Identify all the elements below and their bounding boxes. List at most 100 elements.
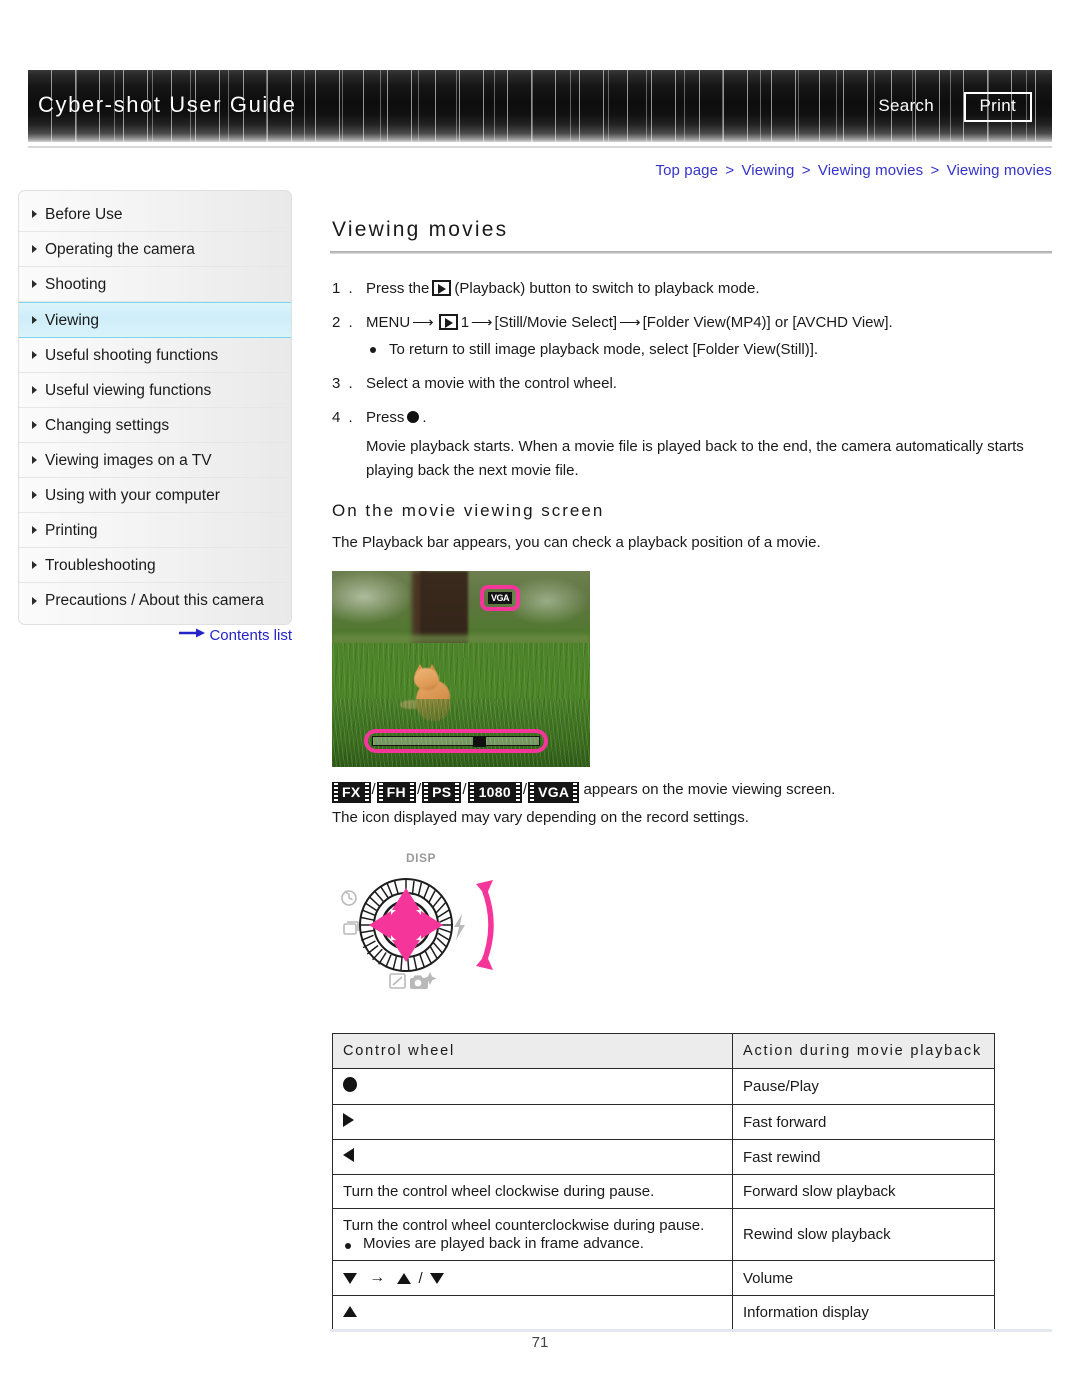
sidebar-item-useful-shooting-functions[interactable]: Useful shooting functions xyxy=(19,338,291,373)
control-glyph-cell xyxy=(332,1068,733,1105)
sidebar-item-changing-settings[interactable]: Changing settings xyxy=(19,408,291,443)
breadcrumb-separator: > xyxy=(725,162,735,179)
bullet-dot-icon xyxy=(370,347,376,353)
page-title-banner: Cyber-shot User Guide xyxy=(38,92,297,117)
table-header-row: Control wheel Action during movie playba… xyxy=(332,1033,995,1069)
sidebar-item-label: Precautions / About this camera xyxy=(45,592,264,609)
triangle-down-icon xyxy=(343,1272,357,1284)
triangle-left-icon xyxy=(343,1148,354,1162)
table-row: Fast rewind xyxy=(332,1139,995,1175)
subsection-heading: On the movie viewing screen xyxy=(332,501,605,520)
codec-line-text: appears on the movie viewing screen. xyxy=(583,781,836,798)
triangle-right-icon xyxy=(32,526,37,534)
sidebar-item-label: Useful viewing functions xyxy=(45,382,212,399)
sidebar-item-precautions-about-this-camera[interactable]: Precautions / About this camera xyxy=(19,583,291,618)
step-text: Press the xyxy=(366,280,430,297)
arrow-right-glyph: ⟶ xyxy=(412,314,434,331)
page-number: 71 xyxy=(531,1334,549,1351)
control-text-cell: Turn the control wheel counterclockwise … xyxy=(332,1208,733,1261)
step-number: 1 . xyxy=(332,280,355,297)
arrow-right-glyph: → xyxy=(369,1269,386,1287)
search-link[interactable]: Search xyxy=(878,96,934,116)
control-glyph-cell xyxy=(332,1139,733,1175)
header-divider xyxy=(28,146,1052,148)
breadcrumb-item-viewing-movies[interactable]: Viewing movies xyxy=(818,162,923,179)
control-glyph-cell: → / xyxy=(332,1259,733,1297)
triangle-right-icon xyxy=(32,386,37,394)
step-4-description: Movie playback starts. When a movie file… xyxy=(366,438,1024,479)
breadcrumb-separator: > xyxy=(930,162,940,179)
step-3: 3 . Select a movie with the control whee… xyxy=(330,371,1052,396)
svg-text:DISP: DISP xyxy=(406,851,436,865)
action-cell: Pause/Play xyxy=(732,1068,995,1105)
breadcrumb-separator: > xyxy=(801,162,811,179)
control-glyph-cell xyxy=(332,1104,733,1140)
title-divider xyxy=(330,251,1052,254)
contents-list-row: Contents list xyxy=(18,626,292,644)
sidebar-item-viewing[interactable]: Viewing xyxy=(19,302,291,338)
step-text: Select a movie with the control wheel. xyxy=(366,375,617,392)
action-cell: Fast forward xyxy=(732,1104,995,1140)
sidebar-item-using-with-your-computer[interactable]: Using with your computer xyxy=(19,478,291,513)
triangle-right-icon xyxy=(32,491,37,499)
step-text-mid: 1 xyxy=(460,314,470,331)
column-header-action: Action during movie playback xyxy=(732,1033,995,1069)
table-row: Fast forward xyxy=(332,1104,995,1140)
steps-list: 1 . Press the (Playback) button to switch… xyxy=(330,276,1052,483)
action-cell: Rewind slow playback xyxy=(732,1208,995,1261)
step-text: Press xyxy=(366,409,405,426)
codec-badges-line: FX / FH / PS/1080/VGA appears on the movie v… xyxy=(332,779,1052,803)
movie-viewing-screen-illustration: VGA xyxy=(332,571,590,767)
page-title: Viewing movies xyxy=(332,218,509,241)
breadcrumb-item-viewing[interactable]: Viewing xyxy=(741,162,794,179)
breadcrumb: Top page > Viewing > Viewing movies > Vi… xyxy=(656,162,1053,179)
control-glyph-cell xyxy=(332,1295,733,1331)
main-content: Viewing movies 1 . Press the (Playback) b… xyxy=(330,218,1052,1331)
substep-text: To return to still image playback mode, … xyxy=(389,341,819,358)
step-text-end: [Folder View(MP4)] or [AVCHD View]. xyxy=(642,314,893,331)
playback-button-icon xyxy=(432,280,452,296)
arrow-right-icon xyxy=(179,626,206,643)
triangle-up-icon xyxy=(397,1272,412,1284)
table-row: Turn the control wheel clockwise during … xyxy=(332,1174,995,1209)
sidebar-item-label: Changing settings xyxy=(45,417,170,434)
action-cell: Volume xyxy=(732,1259,995,1297)
sidebar-item-viewing-images-on-a-tv[interactable]: Viewing images on a TV xyxy=(19,443,291,478)
action-cell: Forward slow playback xyxy=(732,1174,995,1209)
breadcrumb-item-top-page[interactable]: Top page xyxy=(656,162,719,179)
sidebar-item-troubleshooting[interactable]: Troubleshooting xyxy=(19,548,291,583)
action-cell: Fast rewind xyxy=(732,1139,995,1175)
sidebar-item-useful-viewing-functions[interactable]: Useful viewing functions xyxy=(19,373,291,408)
step-number: 3 . xyxy=(332,375,355,392)
step-1: 1 . Press the (Playback) button to switch… xyxy=(330,276,1052,301)
subsection-body: The Playback bar appears, you can check … xyxy=(332,534,821,551)
table-row: → / Volume xyxy=(332,1259,995,1297)
control-text: Turn the control wheel counterclockwise … xyxy=(343,1217,705,1234)
codec-badge-ps: PS xyxy=(422,782,462,803)
control-wheel-actions-table: Control wheel Action during movie playba… xyxy=(332,1033,995,1331)
app-header: Cyber-shot User Guide Search Print xyxy=(28,70,1052,142)
sidebar-item-before-use[interactable]: Before Use xyxy=(19,197,291,232)
playback-bar xyxy=(372,736,540,747)
playback-menu-icon xyxy=(438,314,458,330)
footer-divider xyxy=(330,1329,1052,1332)
contents-list-link[interactable]: Contents list xyxy=(209,627,292,644)
print-button[interactable]: Print xyxy=(963,92,1032,122)
action-cell: Information display xyxy=(732,1295,995,1331)
step-text-cont: (Playback) button to switch to playback … xyxy=(454,280,760,297)
table-row: Information display xyxy=(332,1295,995,1331)
sidebar-item-printing[interactable]: Printing xyxy=(19,513,291,548)
control-subtext-label: Movies are played back in frame advance. xyxy=(363,1235,644,1252)
arrow-right-glyph: ⟶ xyxy=(471,314,493,331)
sidebar-navigation: Before Use Operating the camera Shooting… xyxy=(18,190,292,625)
breadcrumb-item-current[interactable]: Viewing movies xyxy=(947,162,1052,179)
step-number: 2 . xyxy=(332,314,355,331)
triangle-down-icon xyxy=(429,1272,444,1284)
sidebar-item-shooting[interactable]: Shooting xyxy=(19,267,291,302)
control-subtext: Movies are played back in frame advance. xyxy=(343,1235,724,1252)
slash-separator: / xyxy=(418,1269,423,1287)
table-row: Pause/Play xyxy=(332,1068,995,1105)
sidebar-item-operating-the-camera[interactable]: Operating the camera xyxy=(19,232,291,267)
codec-note-text: The icon displayed may vary depending on… xyxy=(332,809,749,826)
arrow-right-glyph: ⟶ xyxy=(619,314,641,331)
